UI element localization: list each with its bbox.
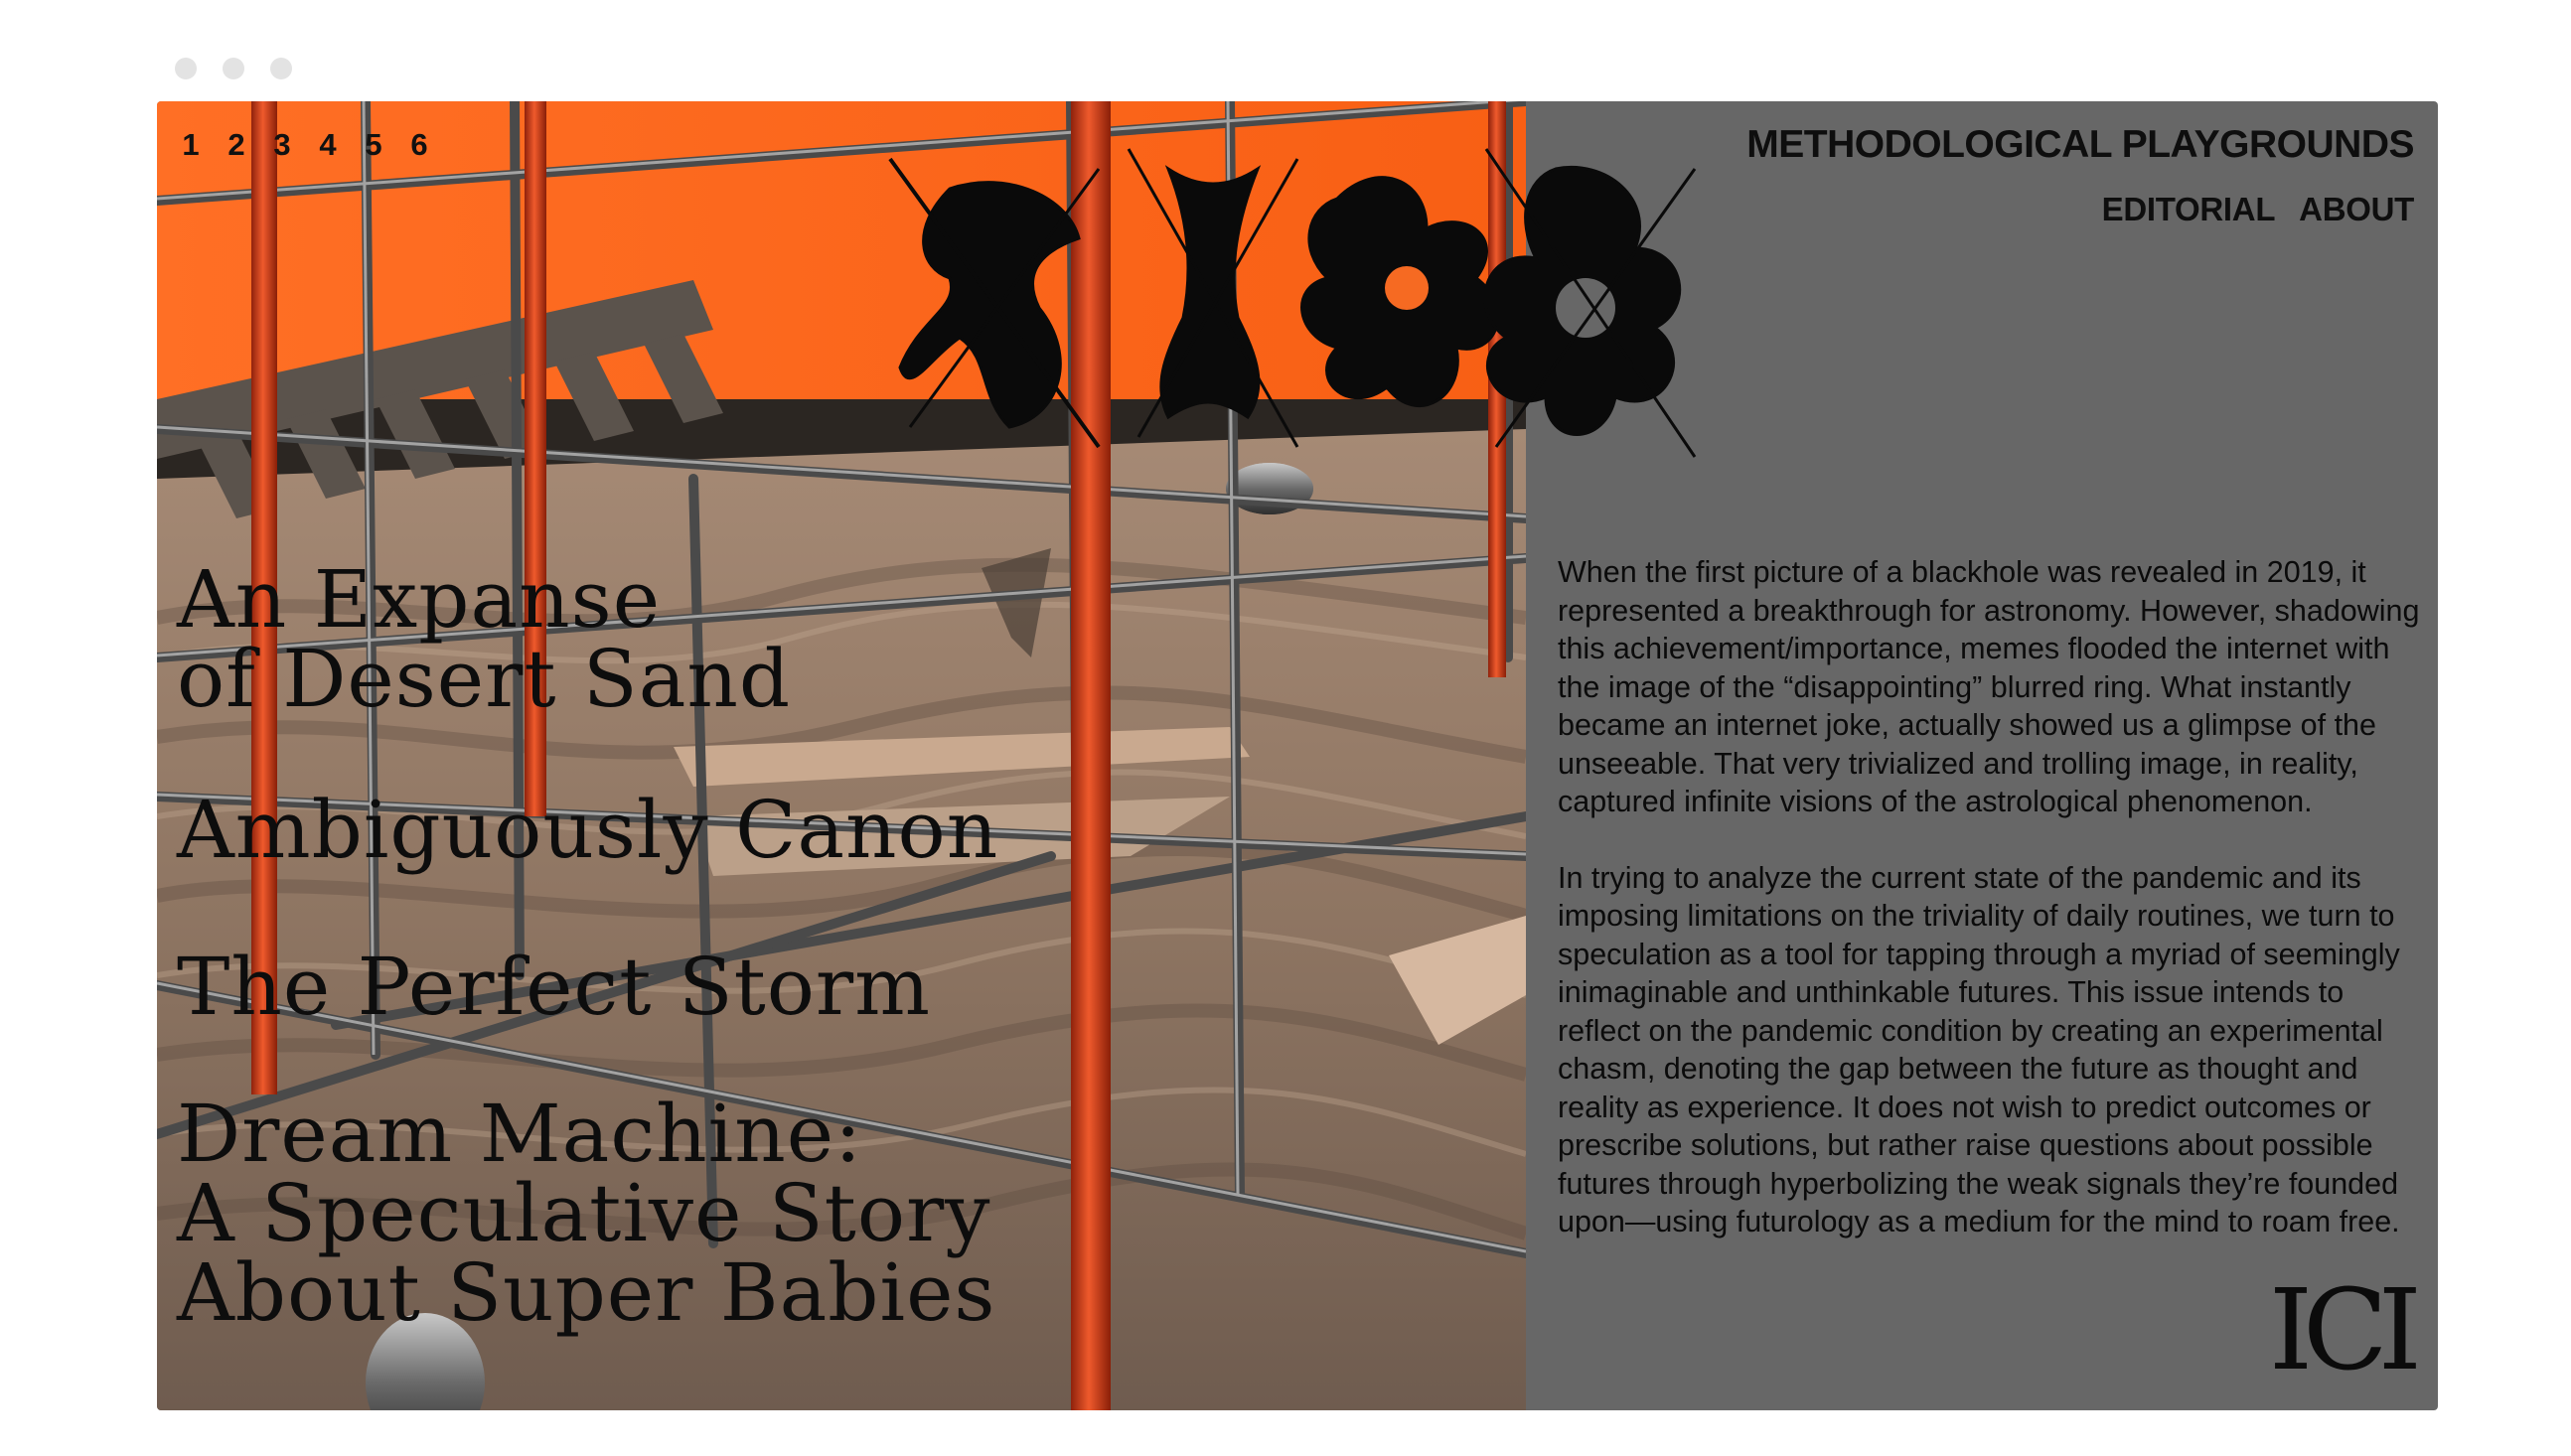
- article-link-expanse-of-desert-sand[interactable]: An Expanse of Desert Sand: [177, 560, 998, 719]
- article-title-line: Ambiguously Canon: [177, 784, 999, 876]
- nav-about[interactable]: ABOUT: [2299, 191, 2414, 228]
- window-dot[interactable]: [270, 58, 292, 79]
- article-title-line: An Expanse: [177, 553, 662, 646]
- nav-editorial[interactable]: EDITORIAL: [2102, 191, 2276, 228]
- issue-link-3[interactable]: 3: [268, 127, 296, 163]
- logo-glyph-icon[interactable]: [870, 129, 1705, 507]
- intro-paragraph: In trying to analyze the current state o…: [1558, 860, 2400, 1239]
- article-title-line: A Speculative Story: [177, 1167, 991, 1259]
- article-title-line: About Super Babies: [177, 1246, 996, 1339]
- article-link-ambiguously-canon[interactable]: Ambiguously Canon: [177, 791, 998, 870]
- article-title-line: Dream Machine:: [177, 1088, 863, 1180]
- ici-corner-logo[interactable]: ICI: [2269, 1275, 2422, 1386]
- issue-link-4[interactable]: 4: [314, 127, 342, 163]
- article-list: An Expanse of Desert Sand Ambiguously Ca…: [177, 560, 998, 1404]
- intro-paragraph: When the first picture of a blackhole wa…: [1558, 555, 2420, 818]
- article-link-perfect-storm[interactable]: The Perfect Storm: [177, 947, 998, 1027]
- top-nav: EDITORIAL ABOUT: [2102, 191, 2415, 228]
- window-dot[interactable]: [175, 58, 197, 79]
- site-title[interactable]: METHODOLOGICAL PLAYGROUNDS: [1746, 123, 2414, 167]
- browser-window: 1 2 3 4 5 6 METHODOLOGICAL PLAYGROUNDS E…: [157, 101, 2438, 1410]
- article-title-line: of Desert Sand: [177, 633, 792, 725]
- issue-link-1[interactable]: 1: [177, 127, 205, 163]
- article-link-dream-machine[interactable]: Dream Machine: A Speculative Story About…: [177, 1094, 998, 1333]
- issue-link-6[interactable]: 6: [405, 127, 433, 163]
- article-title-line: The Perfect Storm: [177, 941, 932, 1033]
- intro-text: When the first picture of a blackhole wa…: [1558, 553, 2432, 1279]
- window-controls: [175, 58, 292, 79]
- issue-selector: 1 2 3 4 5 6: [177, 127, 433, 163]
- window-dot[interactable]: [223, 58, 244, 79]
- issue-link-2[interactable]: 2: [223, 127, 250, 163]
- issue-link-5[interactable]: 5: [360, 127, 387, 163]
